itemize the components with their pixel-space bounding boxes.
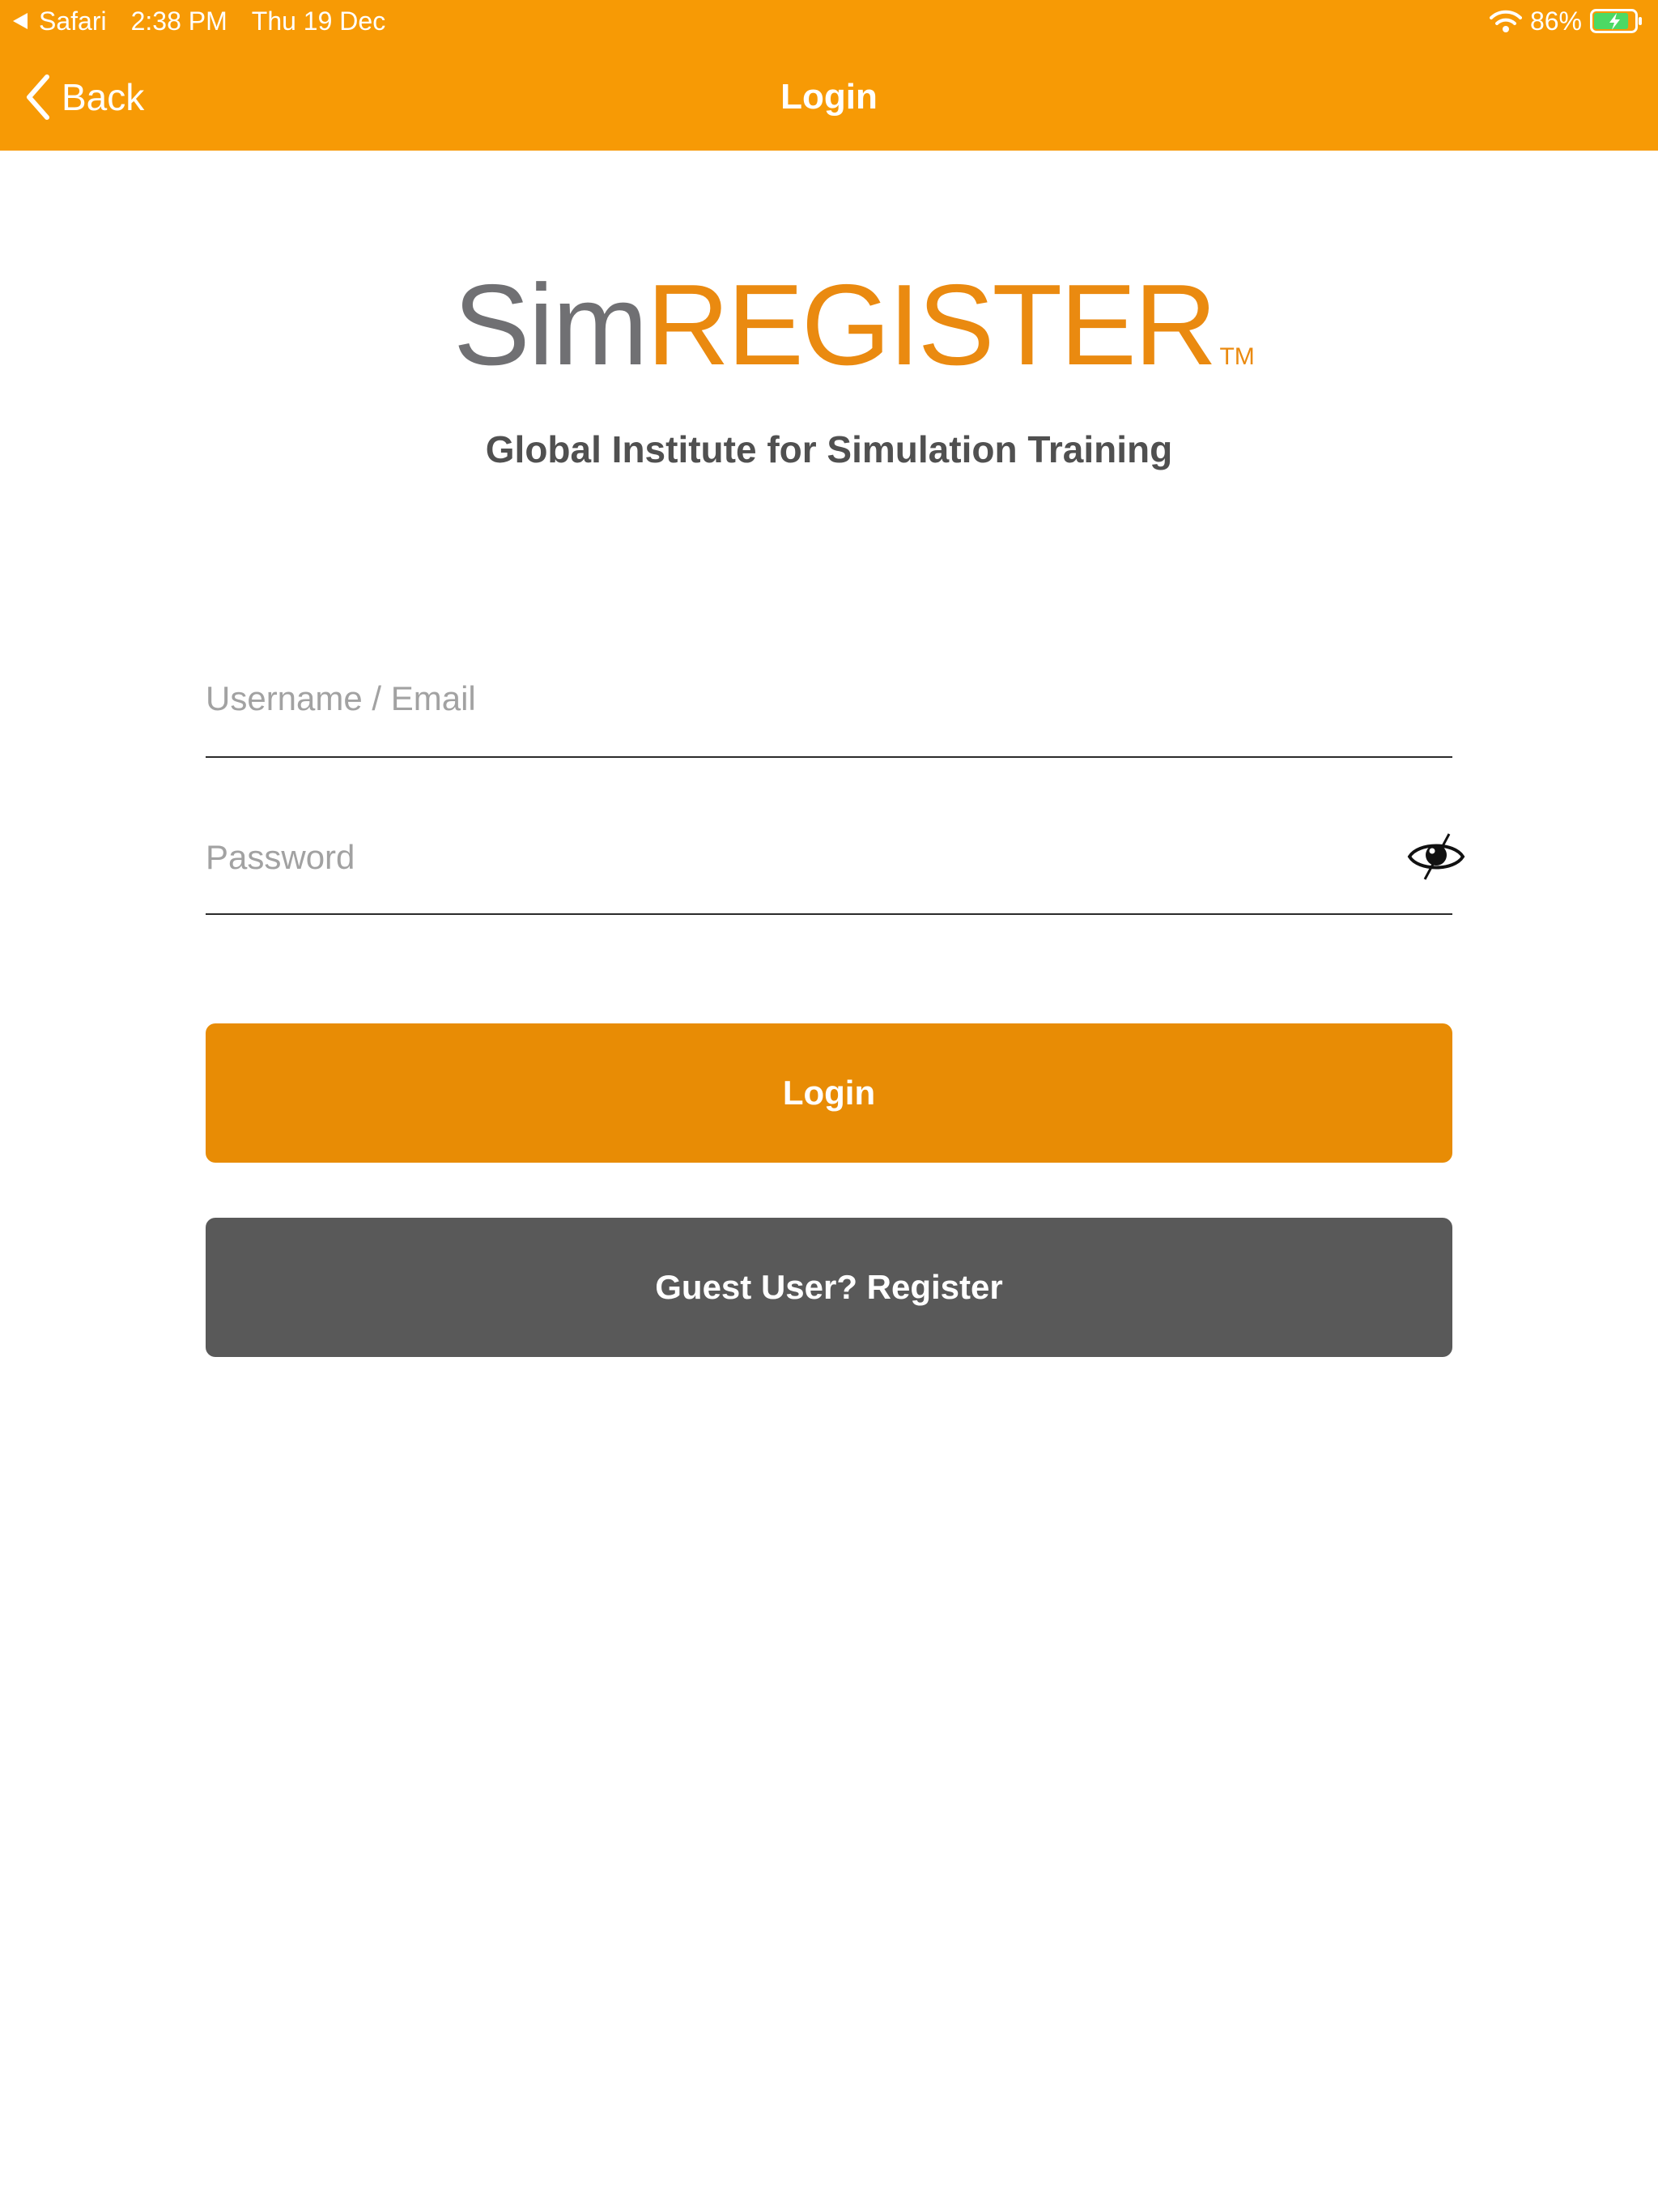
institute-tagline: Global Institute for Simulation Training — [485, 428, 1173, 470]
logo-sim-text: Sim — [453, 261, 648, 389]
status-date: Thu 19 Dec — [251, 6, 386, 36]
wifi-icon — [1489, 10, 1522, 32]
password-field — [206, 824, 1465, 915]
eye-slash-icon[interactable] — [1407, 831, 1465, 883]
status-bar: Safari 2:38 PM Thu 19 Dec 86% — [0, 0, 1658, 42]
status-app-name: Safari — [39, 6, 107, 36]
status-back-to-app[interactable]: Safari 2:38 PM Thu 19 Dec — [13, 0, 385, 42]
status-indicators: 86% — [1489, 0, 1643, 42]
username-field — [206, 664, 1452, 758]
username-input[interactable] — [206, 670, 1339, 727]
password-input[interactable] — [206, 829, 1339, 886]
battery-charging-icon — [1590, 9, 1642, 33]
back-triangle-icon — [13, 13, 28, 29]
status-time: 2:38 PM — [130, 6, 227, 36]
guest-register-button[interactable]: Guest User? Register — [206, 1218, 1452, 1357]
battery-percent: 86% — [1529, 6, 1582, 36]
simregister-logo: SimREGISTER TM — [453, 259, 1255, 389]
logo-trademark: TM — [1219, 343, 1255, 370]
page-title: Login — [780, 77, 878, 117]
logo-register-text: REGISTER — [646, 261, 1218, 389]
app-header: Safari 2:38 PM Thu 19 Dec 86% Back Login — [0, 0, 1658, 151]
login-button[interactable]: Login — [206, 1023, 1452, 1163]
